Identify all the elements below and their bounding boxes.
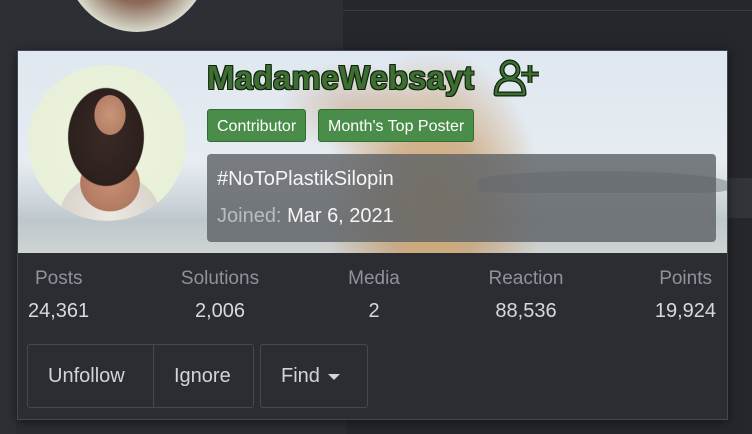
- status-message: #NoToPlastikSilopin: [217, 168, 394, 190]
- unfollow-button[interactable]: Unfollow: [28, 345, 153, 407]
- stat-label: Posts: [35, 268, 83, 289]
- stat-media: Media 2: [328, 267, 420, 324]
- stat-reaction: Reaction 88,536: [474, 267, 578, 324]
- stat-solutions: Solutions 2,006: [168, 267, 272, 324]
- stat-label: Solutions: [180, 268, 260, 289]
- stat-value[interactable]: 2,006: [168, 298, 272, 324]
- badge-top-poster: Month's Top Poster: [318, 109, 475, 142]
- stat-label: Points: [659, 268, 712, 289]
- joined-row: Joined: Mar 6, 2021: [217, 205, 394, 228]
- badge-contributor: Contributor: [207, 109, 307, 142]
- status-box: #NoToPlastikSilopin Joined: Mar 6, 2021: [207, 154, 716, 242]
- avatar[interactable]: [28, 65, 186, 221]
- background-divider: [343, 10, 752, 11]
- find-button[interactable]: Find: [261, 345, 367, 407]
- stat-label: Media: [348, 268, 400, 289]
- joined-label: Joined:: [217, 205, 282, 227]
- find-group: Find: [260, 344, 368, 408]
- stat-value[interactable]: 88,536: [474, 298, 578, 324]
- find-label: Find: [281, 365, 320, 387]
- joined-date: Mar 6, 2021: [287, 205, 394, 227]
- caret-down-icon: [327, 373, 340, 380]
- follow-ignore-group: Unfollow Ignore: [27, 344, 254, 408]
- stat-value[interactable]: 24,361: [28, 298, 89, 324]
- username-link[interactable]: MadameWebsayt: [207, 56, 474, 100]
- stat-value[interactable]: 19,924: [618, 298, 716, 324]
- user-plus-icon[interactable]: [493, 59, 539, 97]
- ignore-button[interactable]: Ignore: [153, 345, 253, 407]
- member-tooltip-card: MadameWebsayt Contributor Month's Top Po…: [17, 50, 728, 420]
- stat-value[interactable]: 2: [328, 298, 420, 324]
- stat-label: Reaction: [488, 268, 564, 289]
- stat-points: Points 19,924: [618, 267, 716, 324]
- stat-posts: Posts 24,361: [28, 267, 89, 324]
- background-panel: [725, 178, 752, 218]
